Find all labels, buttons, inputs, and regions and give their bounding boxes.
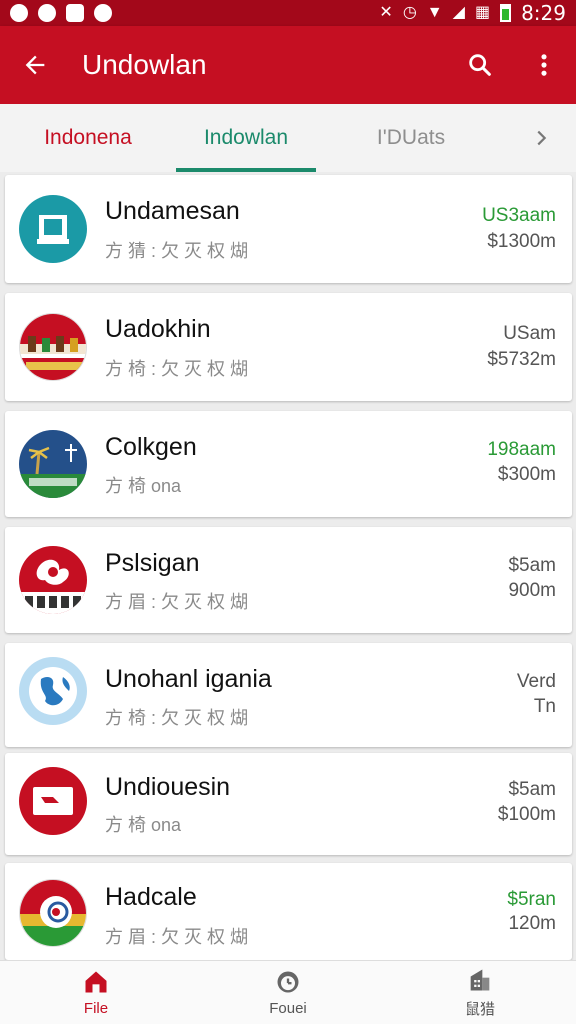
item-subtitle: 方 椅 ona	[105, 476, 182, 496]
palm-island-logo	[19, 430, 87, 498]
search-icon	[469, 54, 491, 76]
nav-file[interactable]: File	[0, 961, 192, 1024]
status-bar: ✕ ◷ ▼ ◢ ▦ 8:29	[0, 0, 576, 26]
home-icon	[85, 971, 107, 993]
list-item[interactable]: Undamesan 方 猜 : 欠 灭 权 煳 US3aam $1300m	[5, 175, 572, 283]
item-price-bottom: $5732m	[487, 349, 556, 370]
whatsapp-icon	[94, 4, 112, 22]
clock-time: 8:29	[521, 1, 566, 25]
status-right-icons: ✕ ◷ ▼ ◢ ▦ 8:29	[379, 1, 566, 25]
tab-duats[interactable]: I'DUats	[316, 104, 506, 172]
building-teal-logo	[19, 195, 87, 263]
item-price-top: $5am	[508, 555, 556, 576]
item-subtitle: 方 椅 : 欠 灭 权 煳	[105, 708, 249, 728]
tab-bar: Indonena Indowlan I'DUats	[0, 104, 576, 172]
item-subtitle: 方 眉 : 欠 灭 权 煳	[105, 927, 249, 947]
page-title: Undowlan	[82, 49, 207, 80]
item-price-top: US3aam	[482, 205, 556, 226]
notification-icon	[66, 4, 84, 22]
item-subtitle: 方 椅 : 欠 灭 权 煳	[105, 359, 249, 379]
chevron-right-icon	[537, 130, 547, 146]
list-item[interactable]: Hadcale 方 眉 : 欠 灭 权 煳 $5ran 120m	[5, 863, 572, 960]
back-button[interactable]	[0, 26, 70, 104]
red-screen-logo	[19, 767, 87, 835]
list-item[interactable]: Colkgen 方 椅 ona 198aam $300m	[5, 411, 572, 517]
globe-blue-logo	[19, 657, 87, 725]
item-title: Colkgen	[105, 433, 197, 461]
item-title: Pslsigan	[105, 549, 200, 577]
item-title: Undamesan	[105, 197, 240, 225]
list-item[interactable]: Pslsigan 方 眉 : 欠 灭 权 煳 $5am 900m	[5, 527, 572, 633]
item-price-bottom: 900m	[508, 580, 556, 601]
list-item[interactable]: Uadokhin 方 椅 : 欠 灭 权 煳 USam $5732m	[5, 293, 572, 401]
nav-building[interactable]: 鼠猎	[384, 961, 576, 1024]
item-price-bottom: $100m	[497, 804, 556, 825]
nav-label: File	[83, 1000, 109, 1017]
list-item[interactable]: Undiouesin 方 椅 ona $5am $100m	[5, 753, 572, 855]
item-title: Unohanl igania	[105, 665, 272, 693]
item-price-top: $5ran	[507, 889, 556, 910]
item-price-top: 198aam	[487, 439, 556, 460]
arrow-left-icon	[25, 55, 45, 75]
red-emblem-logo	[19, 546, 87, 614]
signal-icon: ◢	[452, 4, 465, 21]
nav-label: Fouei	[269, 1000, 307, 1017]
data-icon: ▦	[474, 4, 491, 21]
red-parade-logo	[19, 313, 87, 381]
tab-indonena[interactable]: Indonena	[0, 104, 176, 172]
wechat-icon	[10, 4, 28, 22]
clock-icon	[277, 971, 299, 993]
item-price-bottom: 120m	[508, 913, 556, 934]
item-title: Undiouesin	[105, 773, 231, 801]
item-subtitle: 方 猜 : 欠 灭 权 煳	[105, 241, 249, 261]
list-item[interactable]: Unohanl igania 方 椅 : 欠 灭 权 煳 Verd Tn	[5, 643, 572, 747]
item-price-top: Verd	[516, 671, 556, 692]
more-options-button[interactable]	[512, 26, 576, 104]
item-subtitle: 方 眉 : 欠 灭 权 煳	[105, 592, 249, 612]
alarm-icon: ◷	[402, 4, 417, 21]
item-price-bottom: $300m	[497, 464, 556, 485]
item-price-top: $5am	[508, 779, 556, 800]
nav-fouei[interactable]: Fouei	[192, 961, 384, 1024]
tab-indowlan[interactable]: Indowlan	[176, 104, 316, 172]
more-vertical-icon	[541, 54, 547, 76]
nav-label: 鼠猎	[464, 1001, 495, 1018]
item-title: Hadcale	[105, 883, 197, 911]
item-price-top: USam	[503, 323, 556, 344]
bottom-navigation: File Fouei 鼠猎	[0, 960, 576, 1024]
messenger-icon	[38, 4, 56, 22]
item-subtitle: 方 椅 ona	[105, 815, 182, 835]
status-left-icons	[10, 4, 112, 22]
item-price-bottom: Tn	[533, 696, 556, 717]
mute-icon: ✕	[379, 4, 393, 21]
tricolor-ring-logo	[19, 879, 87, 947]
tab-scroll-next-button[interactable]	[506, 104, 576, 172]
battery-icon	[500, 4, 512, 22]
wifi-icon: ▼	[426, 4, 443, 21]
app-bar: Undowlan	[0, 26, 576, 104]
item-title: Uadokhin	[105, 315, 211, 343]
building-icon	[470, 969, 490, 991]
item-price-bottom: $1300m	[487, 231, 556, 252]
search-button[interactable]	[448, 26, 512, 104]
